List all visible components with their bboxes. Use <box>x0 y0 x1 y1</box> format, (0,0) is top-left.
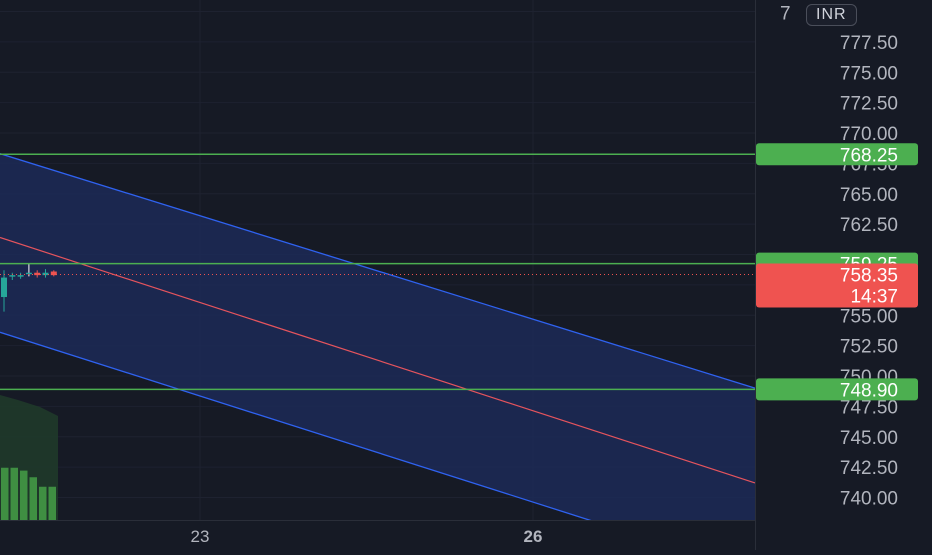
price-tick-label: 742.50 <box>840 458 898 479</box>
candle-body[interactable] <box>50 271 57 276</box>
volume-bar <box>10 467 18 520</box>
level-price-tag-text: 748.90 <box>840 380 898 401</box>
price-tick-label: 740.00 <box>840 489 898 510</box>
price-tick-label: 752.50 <box>840 337 898 358</box>
price-tick-label: 775.00 <box>840 63 898 84</box>
price-tick-label: 7 <box>780 4 791 25</box>
last-price-tag-text: 758.35 <box>840 266 898 287</box>
currency-label: INR <box>816 6 847 23</box>
volume-bar <box>29 477 37 520</box>
price-chart[interactable]: 777.50775.00772.50770.00767.50765.00762.… <box>0 0 932 555</box>
candle-body[interactable] <box>42 272 49 276</box>
regression-channel[interactable] <box>0 153 756 555</box>
volume-bar <box>48 486 56 520</box>
price-tick-label: 745.00 <box>840 428 898 449</box>
currency-selector[interactable]: INR <box>806 4 857 26</box>
volume-bar <box>1 467 9 520</box>
price-tick-label: 762.50 <box>840 215 898 236</box>
price-tick-label: 755.00 <box>840 306 898 327</box>
time-axis[interactable]: 23 26 <box>0 520 755 550</box>
level-price-tag-text: 768.25 <box>840 145 898 166</box>
candle-body[interactable] <box>9 275 16 277</box>
bar-countdown-text: 14:37 <box>850 287 898 308</box>
time-tick-label: 26 <box>524 527 543 546</box>
candle-body[interactable] <box>17 275 24 277</box>
candle-body[interactable] <box>1 277 7 298</box>
candle-body[interactable] <box>25 272 32 275</box>
candle-body[interactable] <box>34 272 41 276</box>
chart-canvas[interactable]: 777.50775.00772.50770.00767.50765.00762.… <box>0 0 932 555</box>
price-tick-label: 772.50 <box>840 94 898 115</box>
volume-bar <box>20 470 28 520</box>
price-tick-label: 777.50 <box>840 33 898 54</box>
channel-fill <box>0 153 755 555</box>
price-tick-label: 770.00 <box>840 124 898 145</box>
price-tick-label: 765.00 <box>840 185 898 206</box>
volume-histogram <box>0 395 58 520</box>
time-axis-background <box>0 520 755 550</box>
volume-bar <box>39 486 47 520</box>
time-tick-label: 23 <box>191 527 210 546</box>
